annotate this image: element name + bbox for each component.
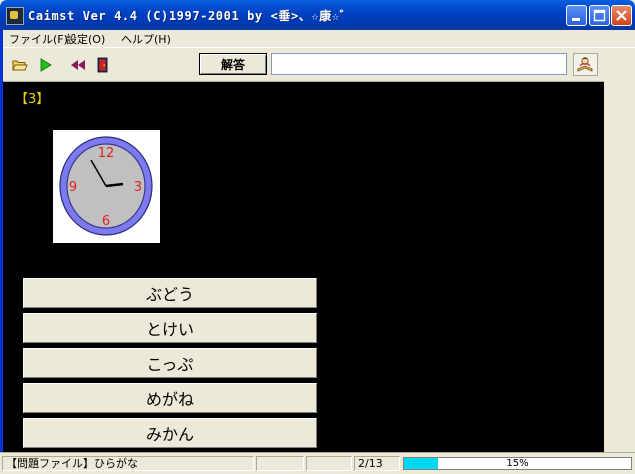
status-bar: 【問題ファイル】ひらがな 2/13 15% [0,452,635,474]
right-gutter [604,48,635,452]
question-number: 【3】 [15,92,50,107]
close-button[interactable] [611,5,632,26]
progress-percent: 15% [506,458,529,469]
maximize-icon [593,9,606,22]
status-file-name: 【問題ファイル】ひらがな [2,456,254,471]
app-icon[interactable] [6,7,24,25]
choice-button-3[interactable]: こっぷ [23,348,317,378]
menu-bar: ファイル(F) 設定(O) ヘルプ(H) [0,30,635,48]
play-icon[interactable] [38,57,54,73]
help-book-icon [577,57,593,72]
choice-button-2[interactable]: とけい [23,313,317,343]
choice-button-1[interactable]: ぶどう [23,278,317,308]
clock-picture: 12 3 6 9 [59,136,153,236]
menu-help[interactable]: ヘルプ(H) [121,31,171,47]
answer-button[interactable]: 解答 [199,53,267,75]
toolbar: 解答 [0,48,604,82]
question-picture: 12 3 6 9 [53,130,160,243]
help-button[interactable] [573,53,598,76]
title-bar: Caimst Ver 4.4 (C)1997-2001 by <垂>、☆康☆゛ [0,0,635,30]
menu-file[interactable]: ファイル(F) [9,31,68,47]
minimize-icon [572,18,580,21]
choice-button-4[interactable]: めがね [23,383,317,413]
clock-numeral-3: 3 [134,180,142,195]
menu-settings[interactable]: 設定(O) [66,31,105,47]
clock-numeral-12: 12 [98,146,115,161]
close-icon [616,10,627,21]
clock-numeral-6: 6 [102,214,110,229]
open-folder-icon[interactable] [12,57,28,73]
progress-bar: 15% [403,457,632,470]
exit-door-icon[interactable] [95,57,111,73]
status-empty-cell-2 [306,456,352,471]
maximize-button[interactable] [589,5,610,26]
status-empty-cell [256,456,304,471]
choice-button-5[interactable]: みかん [23,418,317,448]
quiz-area: 【3】 12 3 6 9 ぶどう とけい こっぷ めがね みかん [3,82,604,452]
clock-numeral-9: 9 [69,180,77,195]
window-title: Caimst Ver 4.4 (C)1997-2001 by <垂>、☆康☆゛ [28,9,353,23]
status-question-count: 2/13 [354,456,400,471]
rewind-icon[interactable] [70,57,86,73]
answer-input[interactable] [271,53,567,75]
minimize-button[interactable] [566,5,587,26]
